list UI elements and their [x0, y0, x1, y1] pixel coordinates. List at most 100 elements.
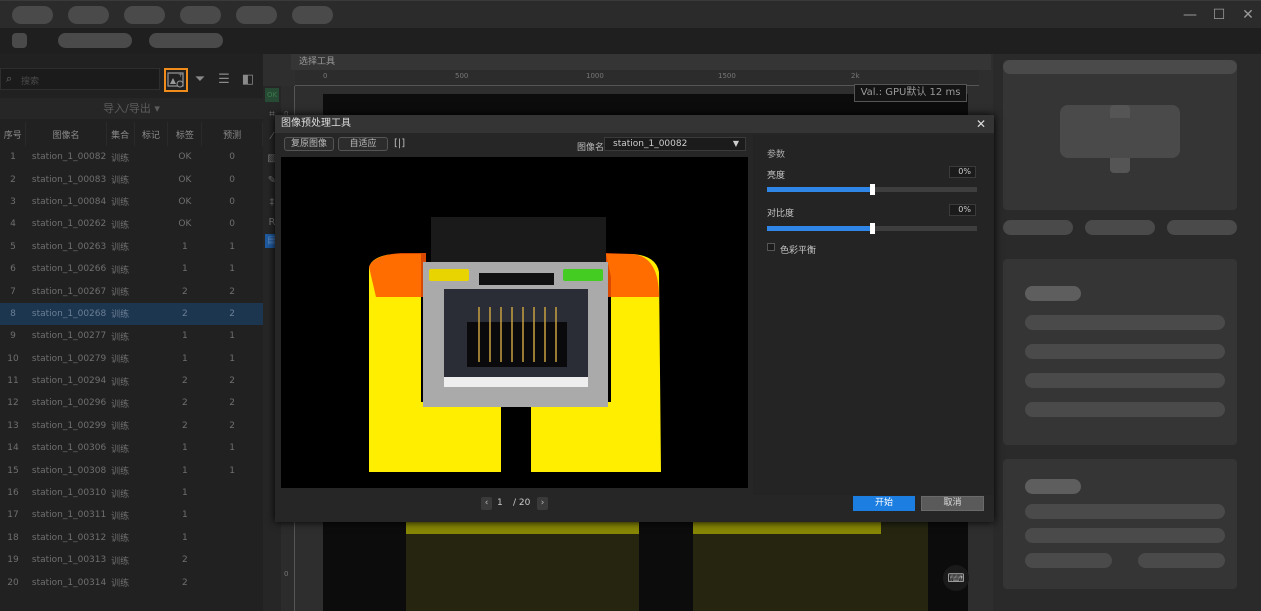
slider-fill: [767, 226, 872, 231]
search-icon: ⌕: [6, 72, 13, 85]
placeholder-button[interactable]: [1167, 220, 1237, 235]
table-row[interactable]: 5 station_1_00263 训练 1 1: [0, 236, 263, 258]
row-image-name: station_1_00311: [31, 510, 107, 521]
toolbar-placeholder-3[interactable]: [149, 33, 223, 48]
row-label: OK: [178, 219, 192, 230]
row-prediction: 2: [229, 398, 236, 409]
table-row[interactable]: 2 station_1_00083 训练 OK 0: [0, 168, 263, 190]
prev-page-button[interactable]: ‹: [481, 497, 492, 510]
table-row[interactable]: 6 station_1_00266 训练 1 1: [0, 258, 263, 280]
table-row[interactable]: 1 station_1_00082 训练 OK 0: [0, 146, 263, 168]
col-label[interactable]: 标签: [167, 122, 203, 146]
menu-placeholder-3[interactable]: [124, 6, 165, 24]
keyboard-shortcuts-icon[interactable]: ⌨: [943, 565, 969, 591]
minimize-button[interactable]: —: [1182, 7, 1198, 23]
row-mark: [134, 504, 168, 526]
color-balance-checkbox[interactable]: [767, 243, 775, 251]
row-set: 训练: [111, 332, 130, 343]
page-current[interactable]: 1: [497, 498, 503, 508]
table-row[interactable]: 4 station_1_00262 训练 OK 0: [0, 213, 263, 235]
row-set: 训练: [111, 265, 130, 276]
row-set: 训练: [111, 579, 130, 590]
row-mark: [134, 527, 168, 549]
contrast-slider[interactable]: [767, 223, 977, 234]
table-row[interactable]: 14 station_1_00306 训练 1 1: [0, 437, 263, 459]
image-name-select[interactable]: station_1_00082 ▼: [604, 137, 746, 151]
brightness-slider[interactable]: [767, 184, 977, 195]
contrast-label: 对比度: [767, 209, 795, 219]
menu-placeholder-4[interactable]: [180, 6, 221, 24]
table-row[interactable]: 11 station_1_00294 训练 2 2: [0, 370, 263, 392]
table-row[interactable]: 8 station_1_00268 训练 2 2: [0, 302, 263, 326]
image-preprocess-tool-button[interactable]: +: [164, 68, 188, 92]
row-mark: [134, 549, 168, 571]
menu-placeholder-2[interactable]: [68, 6, 109, 24]
ruler-tick: 1500: [718, 72, 736, 80]
table-row[interactable]: 15 station_1_00308 训练 1 1: [0, 459, 263, 481]
restore-image-button[interactable]: 复原图像: [284, 137, 334, 151]
search-input[interactable]: ⌕ 搜索: [0, 68, 160, 90]
placeholder-line: [1138, 553, 1225, 568]
dialog-close-button[interactable]: ✕: [976, 115, 986, 133]
menu-placeholder-5[interactable]: [236, 6, 277, 24]
chevron-down-icon: ▼: [732, 139, 739, 148]
import-export-button[interactable]: 导入/导出 ▾: [0, 98, 263, 119]
placeholder-line: [1025, 504, 1225, 519]
table-row[interactable]: 19 station_1_00313 训练 2: [0, 549, 263, 571]
table-row[interactable]: 13 station_1_00299 训练 2 2: [0, 415, 263, 437]
list-view-icon[interactable]: ☰: [214, 70, 234, 90]
table-row[interactable]: 3 station_1_00084 训练 OK 0: [0, 191, 263, 213]
slider-handle[interactable]: [870, 223, 875, 234]
row-index: 6: [10, 264, 16, 275]
layout-toggle-icon[interactable]: ◧: [238, 70, 258, 90]
row-prediction: 1: [229, 443, 236, 454]
maximize-button[interactable]: ☐: [1211, 7, 1227, 23]
table-row[interactable]: 9 station_1_00277 训练 1 1: [0, 325, 263, 347]
row-image-name: station_1_00294: [31, 376, 107, 387]
placeholder-button[interactable]: [1085, 220, 1155, 235]
fit-button[interactable]: 自适应: [338, 137, 388, 151]
placeholder-line: [1025, 373, 1225, 388]
table-row[interactable]: 17 station_1_00311 训练 1: [0, 504, 263, 526]
contrast-value-input[interactable]: 0%: [949, 204, 976, 216]
cancel-button[interactable]: 取消: [921, 496, 984, 511]
col-index[interactable]: 序号: [0, 122, 27, 146]
filter-icon[interactable]: ⏷: [190, 70, 210, 90]
table-row[interactable]: 16 station_1_00310 训练 1: [0, 482, 263, 504]
params-panel: 参数 亮度 0% 对比度 0% 色彩平衡: [753, 135, 994, 495]
close-window-button[interactable]: ✕: [1240, 7, 1256, 23]
placeholder-line: [1025, 315, 1225, 330]
toolbar-placeholder-1[interactable]: [12, 33, 27, 48]
table-row[interactable]: 18 station_1_00312 训练 1: [0, 527, 263, 549]
row-set: 训练: [111, 422, 130, 433]
image-preview[interactable]: [281, 157, 748, 488]
compare-split-icon[interactable]: [|]: [394, 138, 405, 149]
image-settings-icon: +: [167, 72, 184, 88]
row-index: 13: [7, 420, 19, 431]
slider-handle[interactable]: [870, 184, 875, 195]
row-set: 训练: [111, 556, 130, 567]
col-prediction[interactable]: 预测: [201, 122, 263, 146]
table-row[interactable]: 7 station_1_00267 训练 2 2: [0, 280, 263, 302]
menu-placeholder-6[interactable]: [292, 6, 333, 24]
placeholder-card: [1003, 459, 1237, 589]
menu-placeholder-1[interactable]: [12, 6, 53, 24]
col-mark[interactable]: 标记: [134, 122, 169, 146]
table-row[interactable]: 10 station_1_00279 训练 1 1: [0, 348, 263, 370]
brightness-value-input[interactable]: 0%: [949, 166, 976, 178]
row-label: 1: [182, 488, 188, 499]
row-prediction: 1: [229, 465, 236, 476]
col-set[interactable]: 集合: [106, 122, 135, 146]
placeholder-button[interactable]: [1003, 220, 1073, 235]
next-page-button[interactable]: ›: [537, 497, 548, 510]
start-button[interactable]: 开始: [853, 496, 915, 511]
table-row[interactable]: 20 station_1_00314 训练 2: [0, 571, 263, 593]
row-mark: [134, 348, 168, 370]
row-index: 1: [10, 152, 16, 163]
tab-select-tool[interactable]: 选择工具: [291, 54, 991, 70]
table-row[interactable]: 12 station_1_00296 训练 2 2: [0, 392, 263, 414]
row-set: 训练: [106, 302, 135, 326]
col-image-name[interactable]: 图像名: [25, 122, 107, 146]
toolbar-placeholder-2[interactable]: [58, 33, 132, 48]
ok-badge[interactable]: OK: [265, 88, 279, 102]
